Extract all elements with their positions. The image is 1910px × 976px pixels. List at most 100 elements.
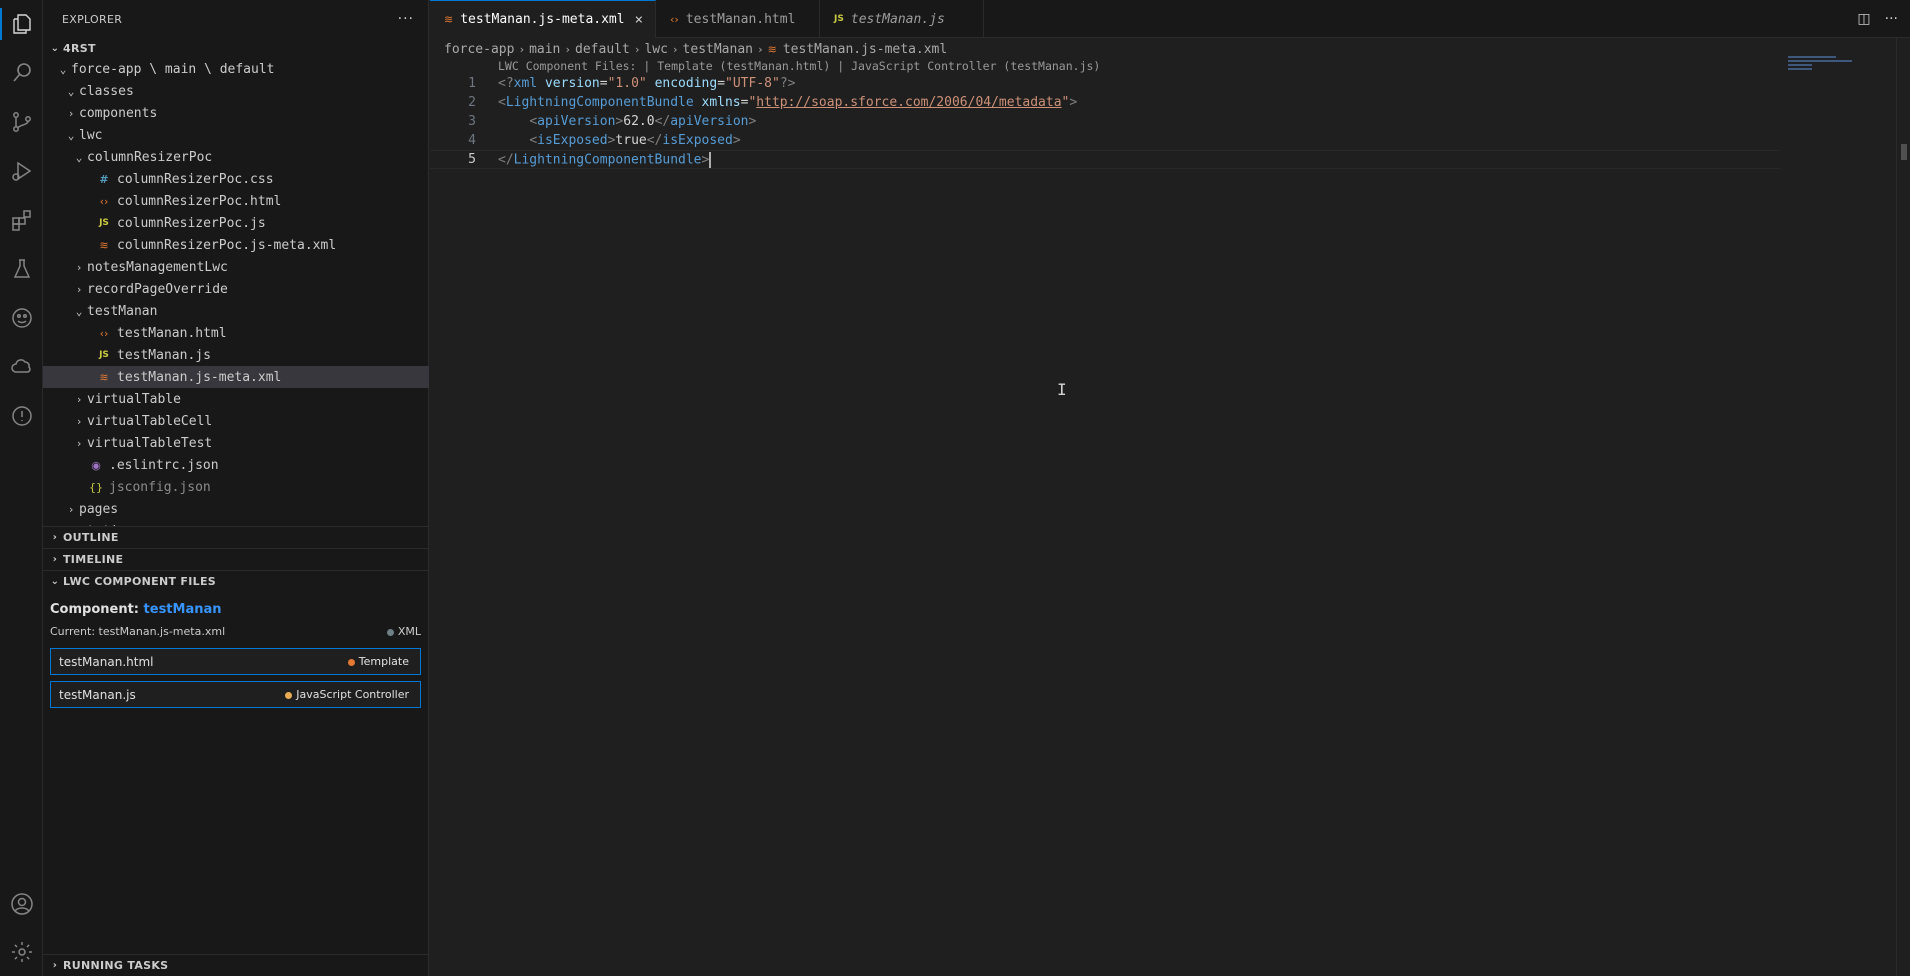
- code-line[interactable]: 1 <?xml version="1.0" encoding="UTF-8"?>: [430, 74, 1780, 93]
- scrollbar-thumb[interactable]: [1901, 144, 1907, 160]
- text-cursor: [709, 151, 712, 168]
- search-icon[interactable]: [0, 51, 43, 95]
- tree-item[interactable]: › virtualTableTest: [43, 432, 429, 454]
- chevron-right-icon: ›: [518, 42, 526, 56]
- tree-item[interactable]: ⌄ classes: [43, 80, 429, 102]
- tree-item[interactable]: ◉ .eslintrc.json: [43, 454, 429, 476]
- tree-item[interactable]: # columnResizerPoc.css: [43, 168, 429, 190]
- more-actions-icon[interactable]: ···: [1885, 11, 1898, 27]
- source-control-icon[interactable]: [0, 100, 43, 144]
- breadcrumb-segment[interactable]: default: [575, 42, 630, 57]
- settings-gear-icon[interactable]: [0, 930, 43, 974]
- file-card-name: testManan.html: [59, 654, 154, 669]
- code-token: true: [615, 133, 647, 148]
- tree-item[interactable]: JS columnResizerPoc.js: [43, 212, 429, 234]
- editor-area: ≋ testManan.js-meta.xml × ‹› testManan.html J…: [430, 0, 1910, 976]
- testing-icon[interactable]: [0, 247, 43, 291]
- tree-item[interactable]: ≋ columnResizerPoc.js-meta.xml: [43, 234, 429, 256]
- codelens-lwc-files[interactable]: LWC Component Files: | Template (testMan…: [498, 59, 1100, 73]
- chevron-right-icon: ›: [52, 960, 58, 971]
- component-name: testManan: [143, 602, 222, 617]
- activity-bar: [0, 0, 43, 976]
- chevron-down-icon: ⌄: [50, 576, 60, 587]
- tree-item[interactable]: › notesManagementLwc: [43, 256, 429, 278]
- code-token: xml: [513, 76, 538, 91]
- tree-item[interactable]: ‹› columnResizerPoc.html: [43, 190, 429, 212]
- org-browser-icon[interactable]: [0, 345, 43, 389]
- code-token: =: [717, 76, 726, 91]
- chevron-right-icon: ›: [52, 532, 58, 543]
- code-line[interactable]: 2 <LightningComponentBundle xmlns="http:/…: [430, 93, 1780, 112]
- component-line: Component: testManan: [50, 602, 421, 617]
- code-text: <isExposed>true</isExposed>: [480, 133, 740, 148]
- explorer-icon[interactable]: [0, 2, 43, 46]
- sidebar-panels: › OUTLINE › TIMELINE ⌄ LWC COMPONENT FIL…: [43, 526, 429, 714]
- tree-item[interactable]: ‹› testManan.html: [43, 322, 429, 344]
- lwc-files-label: LWC COMPONENT FILES: [63, 575, 216, 588]
- tree-item[interactable]: › recordPageOverride: [43, 278, 429, 300]
- code-line[interactable]: 3 <apiVersion>62.0</apiVersion>: [430, 112, 1780, 131]
- workspace-root-header[interactable]: ⌄ 4RST: [43, 38, 428, 58]
- breadcrumb-segment[interactable]: force-app: [444, 42, 514, 57]
- tree-item[interactable]: › components: [43, 102, 429, 124]
- xml-file-icon: ≋: [99, 238, 109, 252]
- tree-item-label: columnResizerPoc.css: [117, 171, 274, 187]
- line-number: 2: [468, 95, 476, 110]
- vertical-scrollbar[interactable]: [1896, 38, 1910, 976]
- problems-icon[interactable]: [0, 394, 43, 438]
- lwc-files-section-header[interactable]: ⌄ LWC COMPONENT FILES: [43, 570, 429, 592]
- editor-tab[interactable]: JS testManan.js: [820, 0, 985, 38]
- code-line[interactable]: 5 </LightningComponentBundle>: [430, 150, 1780, 169]
- code-token: apiVersion: [537, 114, 616, 129]
- running-tasks-section-header[interactable]: › RUNNING TASKS: [43, 954, 429, 976]
- lwc-file-card-js[interactable]: testManan.js JavaScript Controller: [50, 681, 421, 708]
- account-icon[interactable]: [0, 882, 43, 926]
- tree-item[interactable]: ⌄ force-app \ main \ default: [43, 58, 429, 80]
- file-card-name: testManan.js: [59, 687, 136, 702]
- explorer-title: EXPLORER: [62, 12, 123, 26]
- breadcrumb-segment[interactable]: testManan: [683, 42, 753, 57]
- minimap[interactable]: [1788, 56, 1868, 76]
- tree-item-label: lwc: [79, 127, 103, 143]
- tree-item-label: pages: [79, 501, 119, 517]
- chevron-right-icon: ›: [75, 282, 83, 296]
- chevron-down-icon: ⌄: [67, 84, 75, 98]
- outline-section-header[interactable]: › OUTLINE: [43, 526, 429, 548]
- code-line[interactable]: 4 <isExposed>true</isExposed>: [430, 131, 1780, 150]
- chevron-right-icon: ›: [52, 554, 58, 565]
- split-editor-icon[interactable]: ◫: [1857, 11, 1870, 27]
- close-icon[interactable]: ×: [635, 12, 643, 28]
- code-token: version: [544, 76, 600, 91]
- editor-tab[interactable]: ≋ testManan.js-meta.xml ×: [430, 0, 657, 38]
- css-file-icon: #: [99, 172, 109, 186]
- editor-tab-label: testManan.js-meta.xml: [460, 12, 625, 27]
- tree-item[interactable]: ⌄ columnResizerPoc: [43, 146, 429, 168]
- running-tasks-panel: › RUNNING TASKS: [43, 954, 429, 976]
- breadcrumb-segment[interactable]: lwc: [644, 42, 667, 57]
- breadcrumb-segment[interactable]: testManan.js-meta.xml: [783, 42, 947, 57]
- file-card-tag: Template: [347, 655, 409, 668]
- extensions-icon[interactable]: [0, 198, 43, 242]
- more-actions-icon[interactable]: ···: [398, 11, 414, 27]
- tree-item[interactable]: JS testManan.js: [43, 344, 429, 366]
- salesforce-icon[interactable]: [0, 296, 43, 340]
- timeline-section-header[interactable]: › TIMELINE: [43, 548, 429, 570]
- tree-item[interactable]: {} jsconfig.json: [43, 476, 429, 498]
- code-token: isExposed: [537, 133, 608, 148]
- run-debug-icon[interactable]: [0, 149, 43, 193]
- tree-item[interactable]: ⌄ testManan: [43, 300, 429, 322]
- tree-item[interactable]: ≋ testManan.js-meta.xml: [43, 366, 429, 388]
- tree-item[interactable]: ⌄ lwc: [43, 124, 429, 146]
- tree-item[interactable]: › pages: [43, 498, 429, 520]
- code-editor[interactable]: 1 <?xml version="1.0" encoding="UTF-8"?> 2…: [430, 74, 1780, 169]
- lwc-file-card-html[interactable]: testManan.html Template: [50, 648, 421, 675]
- tree-item[interactable]: › virtualTableCell: [43, 410, 429, 432]
- editor-tab[interactable]: ‹› testManan.html: [656, 0, 821, 38]
- tree-item[interactable]: › virtualTable: [43, 388, 429, 410]
- chevron-right-icon: ›: [633, 42, 641, 56]
- breadcrumb-segment[interactable]: main: [529, 42, 560, 57]
- html-file-icon: ‹›: [99, 326, 109, 340]
- js-controller-tag-text: JavaScript Controller: [296, 688, 409, 701]
